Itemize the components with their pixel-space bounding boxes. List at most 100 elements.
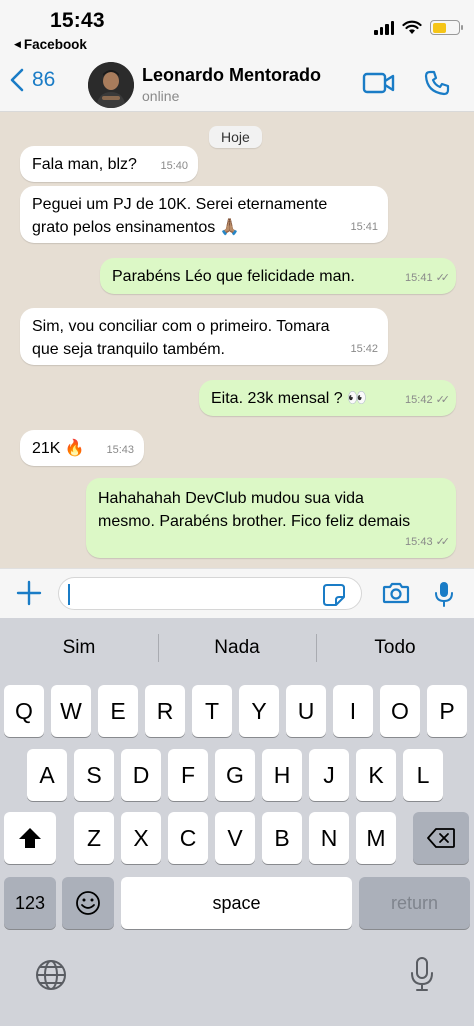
attach-button[interactable] (16, 580, 42, 611)
shift-key[interactable] (4, 812, 56, 864)
sticker-button[interactable] (322, 583, 346, 612)
chevron-left-icon (10, 68, 24, 92)
key-h[interactable]: H (262, 749, 302, 801)
status-bar: 15:43 ◀ Facebook (0, 0, 474, 56)
key-e[interactable]: E (98, 685, 138, 737)
globe-icon (36, 960, 66, 990)
key-r[interactable]: R (145, 685, 185, 737)
video-camera-icon (362, 72, 395, 94)
globe-button[interactable] (34, 958, 68, 997)
key-c[interactable]: C (168, 812, 208, 864)
message-text: Fala man, blz? (32, 156, 137, 173)
return-key[interactable]: return (359, 877, 470, 929)
numbers-key[interactable]: 123 (4, 877, 56, 929)
predictive-suggestions-bar: Sim Nada Todo (0, 618, 474, 678)
plus-icon (16, 580, 42, 606)
sticker-icon (323, 584, 345, 606)
key-n[interactable]: N (309, 812, 349, 864)
backspace-key[interactable] (413, 812, 469, 864)
message-bubble-outgoing[interactable]: Hahahahah DevClub mudou sua vida mesmo. … (86, 478, 456, 558)
message-time: 15:42 (350, 343, 378, 355)
dictation-button[interactable] (410, 956, 434, 997)
message-input-bar (0, 568, 474, 618)
microphone-icon (435, 582, 453, 607)
suggestion-item[interactable]: Sim (0, 618, 158, 678)
message-text: Parabéns Léo que felicidade man. (112, 268, 355, 285)
voice-call-button[interactable] (424, 70, 450, 101)
key-t[interactable]: T (192, 685, 232, 737)
back-button[interactable]: 86 (10, 68, 55, 92)
key-j[interactable]: J (309, 749, 349, 801)
message-time: 15:42 (405, 394, 433, 406)
battery-icon (430, 20, 463, 35)
microphone-icon (411, 957, 433, 991)
contact-status: online (142, 88, 180, 104)
suggestion-item[interactable]: Todo (316, 618, 474, 678)
phone-icon (424, 70, 450, 96)
read-receipt-icon: ✓✓ (435, 272, 451, 284)
space-key[interactable]: space (121, 877, 352, 929)
video-call-button[interactable] (362, 71, 396, 100)
message-time: 15:43 (106, 444, 134, 456)
key-o[interactable]: O (380, 685, 420, 737)
system-icons (374, 20, 463, 35)
key-q[interactable]: Q (4, 685, 44, 737)
chat-header: 86 Leonardo Mentorado online (0, 56, 474, 112)
microphone-button[interactable] (434, 580, 454, 613)
key-s[interactable]: S (74, 749, 114, 801)
message-bubble-outgoing[interactable]: Parabéns Léo que felicidade man. 15:41 ✓✓ (100, 258, 456, 294)
key-p[interactable]: P (427, 685, 467, 737)
key-a[interactable]: A (27, 749, 67, 801)
camera-button[interactable] (382, 581, 410, 610)
message-time: 15:41 (405, 272, 433, 284)
key-k[interactable]: K (356, 749, 396, 801)
key-g[interactable]: G (215, 749, 255, 801)
wifi-icon (402, 20, 422, 34)
emoji-key[interactable] (62, 877, 114, 929)
message-text-line: mesmo. Parabéns brother. Fico feliz dema… (98, 513, 411, 530)
message-time: 15:41 (350, 221, 378, 233)
key-z[interactable]: Z (74, 812, 114, 864)
key-w[interactable]: W (51, 685, 91, 737)
back-to-app-link[interactable]: ◀ Facebook (14, 37, 87, 52)
read-receipt-icon: ✓✓ (435, 394, 451, 406)
message-bubble-incoming[interactable]: 21K 🔥 15:43 (20, 430, 144, 466)
emoji-icon (76, 891, 100, 915)
keyboard: Sim Nada Todo Q W E R T Y U I O P A S D … (0, 618, 474, 1026)
message-bubble-outgoing[interactable]: Eita. 23k mensal ? 👀 15:42 ✓✓ (199, 380, 456, 416)
chat-area[interactable]: Hoje Fala man, blz? 15:40 Peguei um PJ d… (0, 112, 474, 568)
contact-name[interactable]: Leonardo Mentorado (142, 65, 321, 86)
message-bubble-incoming[interactable]: Sim, vou conciliar com o primeiro. Tomar… (20, 308, 388, 365)
key-y[interactable]: Y (239, 685, 279, 737)
key-i[interactable]: I (333, 685, 373, 737)
message-bubble-incoming[interactable]: Peguei um PJ de 10K. Serei eternamente g… (20, 186, 388, 243)
message-bubble-incoming[interactable]: Fala man, blz? 15:40 (20, 146, 198, 182)
key-v[interactable]: V (215, 812, 255, 864)
message-text-line: que seja tranquilo também. (32, 341, 225, 358)
message-text-line: Peguei um PJ de 10K. Serei eternamente (32, 196, 328, 213)
status-time: 15:43 (50, 9, 105, 32)
message-input[interactable] (58, 577, 362, 610)
read-receipt-icon: ✓✓ (435, 536, 451, 548)
message-text-line: Hahahahah DevClub mudou sua vida (98, 490, 364, 507)
unread-count: 86 (32, 68, 56, 91)
text-cursor (68, 584, 70, 605)
key-f[interactable]: F (168, 749, 208, 801)
date-separator: Hoje (209, 126, 262, 148)
cellular-signal-icon (374, 20, 394, 35)
message-text: Eita. 23k mensal ? 👀 (211, 390, 367, 407)
suggestion-item[interactable]: Nada (158, 618, 316, 678)
message-time: 15:43 (405, 536, 433, 548)
message-text-line: grato pelos ensinamentos 🙏🏽 (32, 219, 240, 236)
message-time: 15:40 (160, 160, 188, 172)
key-d[interactable]: D (121, 749, 161, 801)
shift-arrow-icon (19, 828, 41, 848)
message-text: 21K 🔥 (32, 440, 85, 457)
key-b[interactable]: B (262, 812, 302, 864)
backspace-icon (427, 828, 455, 848)
key-l[interactable]: L (403, 749, 443, 801)
key-u[interactable]: U (286, 685, 326, 737)
contact-avatar[interactable] (88, 62, 134, 108)
key-m[interactable]: M (356, 812, 396, 864)
key-x[interactable]: X (121, 812, 161, 864)
